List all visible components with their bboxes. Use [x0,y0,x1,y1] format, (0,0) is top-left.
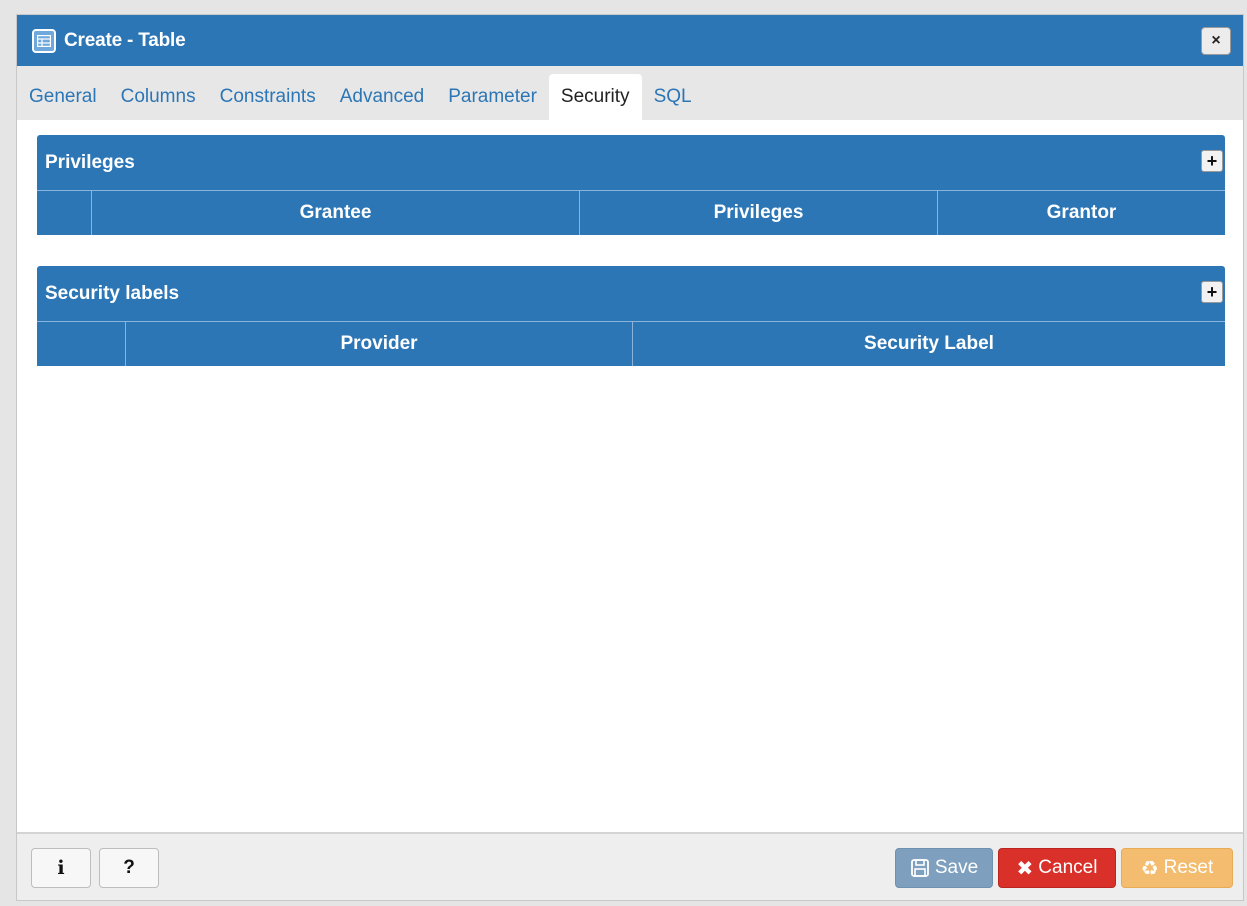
save-button[interactable]: Save [895,848,993,888]
x-icon: ✖ [1016,857,1034,880]
security-labels-panel: Security labels + Provider Security Labe… [37,266,1225,366]
dialog-footer: i ? Save ✖ Cancel ♻ Reset [17,832,1243,900]
save-label: Save [934,857,979,878]
tab-general[interactable]: General [17,74,109,120]
tab-security[interactable]: Security [548,74,642,120]
add-security-label-button[interactable]: + [1201,281,1223,303]
close-button[interactable]: × [1201,27,1231,55]
info-button[interactable]: i [31,848,91,888]
security-labels-column-headers: Provider Security Label [37,322,1225,366]
reset-label: Reset [1163,857,1214,878]
tab-columns[interactable]: Columns [109,74,208,120]
floppy-disk-icon [910,858,930,878]
info-icon: i [57,857,65,879]
privileges-panel-header: Privileges + [37,135,1225,191]
privileges-panel-title: Privileges [45,151,135,173]
recycle-icon: ♻ [1140,857,1159,880]
privileges-column-headers: Grantee Privileges Grantor [37,191,1225,235]
create-table-dialog: Create - Table × General Columns Constra… [16,14,1244,901]
tab-constraints[interactable]: Constraints [208,74,328,120]
privileges-panel: Privileges + Grantee Privileges Grantor [37,135,1225,235]
privileges-row-control-header [37,191,91,235]
column-header-grantee: Grantee [91,191,579,235]
column-header-grantor: Grantor [937,191,1225,235]
cancel-button[interactable]: ✖ Cancel [998,848,1116,888]
help-icon: ? [123,857,135,878]
help-button[interactable]: ? [99,848,159,888]
tab-sql[interactable]: SQL [642,74,704,120]
dialog-title: Create - Table [64,29,186,51]
tab-parameter[interactable]: Parameter [436,74,549,120]
plus-icon: + [1206,151,1218,171]
dialog-titlebar[interactable]: Create - Table × [17,15,1243,66]
add-privilege-button[interactable]: + [1201,150,1223,172]
security-labels-panel-header: Security labels + [37,266,1225,322]
close-icon: × [1211,32,1221,49]
security-labels-row-control-header [37,322,125,366]
tab-advanced[interactable]: Advanced [328,74,437,120]
plus-icon: + [1206,282,1218,302]
cancel-label: Cancel [1038,857,1098,878]
table-icon [32,28,56,53]
column-header-privileges: Privileges [579,191,937,235]
column-header-security-label: Security Label [632,322,1225,366]
reset-button[interactable]: ♻ Reset [1121,848,1233,888]
security-labels-panel-title: Security labels [45,282,180,304]
column-header-provider: Provider [125,322,632,366]
tab-bar: General Columns Constraints Advanced Par… [17,66,1243,120]
